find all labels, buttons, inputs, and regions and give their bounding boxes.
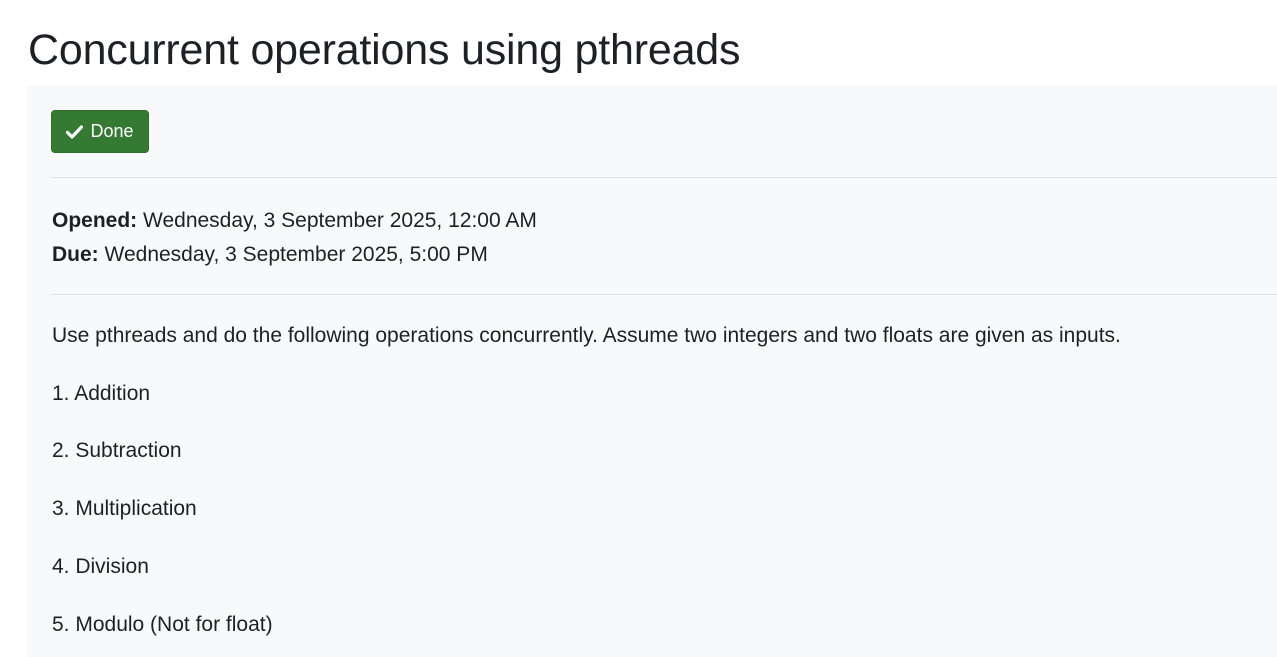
- due-value: Wednesday, 3 September 2025, 5:00 PM: [104, 243, 488, 266]
- activity-description: Use pthreads and do the following operat…: [52, 319, 1121, 353]
- list-item: 1. Addition: [52, 382, 151, 405]
- divider: [52, 177, 1277, 178]
- activity-dates: Opened: Wednesday, 3 September 2025, 12:…: [52, 204, 537, 272]
- activity-info-panel: Done Opened: Wednesday, 3 September 2025…: [27, 86, 1277, 657]
- list-item: 4. Division: [52, 555, 149, 578]
- due-label: Due:: [52, 243, 99, 266]
- opened-label: Opened:: [52, 209, 138, 232]
- list-item: 5. Modulo (Not for float): [52, 613, 273, 636]
- check-icon: [66, 124, 84, 139]
- opened-date: Opened: Wednesday, 3 September 2025, 12:…: [52, 204, 537, 238]
- page-title: Concurrent operations using pthreads: [28, 26, 741, 74]
- opened-value: Wednesday, 3 September 2025, 12:00 AM: [143, 209, 537, 232]
- description-intro: Use pthreads and do the following operat…: [52, 324, 1121, 347]
- due-date: Due: Wednesday, 3 September 2025, 5:00 P…: [52, 238, 537, 272]
- done-button-label: Done: [90, 121, 134, 141]
- divider: [52, 294, 1277, 295]
- done-button[interactable]: Done: [51, 110, 149, 153]
- list-item: 3. Multiplication: [52, 497, 197, 520]
- list-item: 2. Subtraction: [52, 439, 182, 462]
